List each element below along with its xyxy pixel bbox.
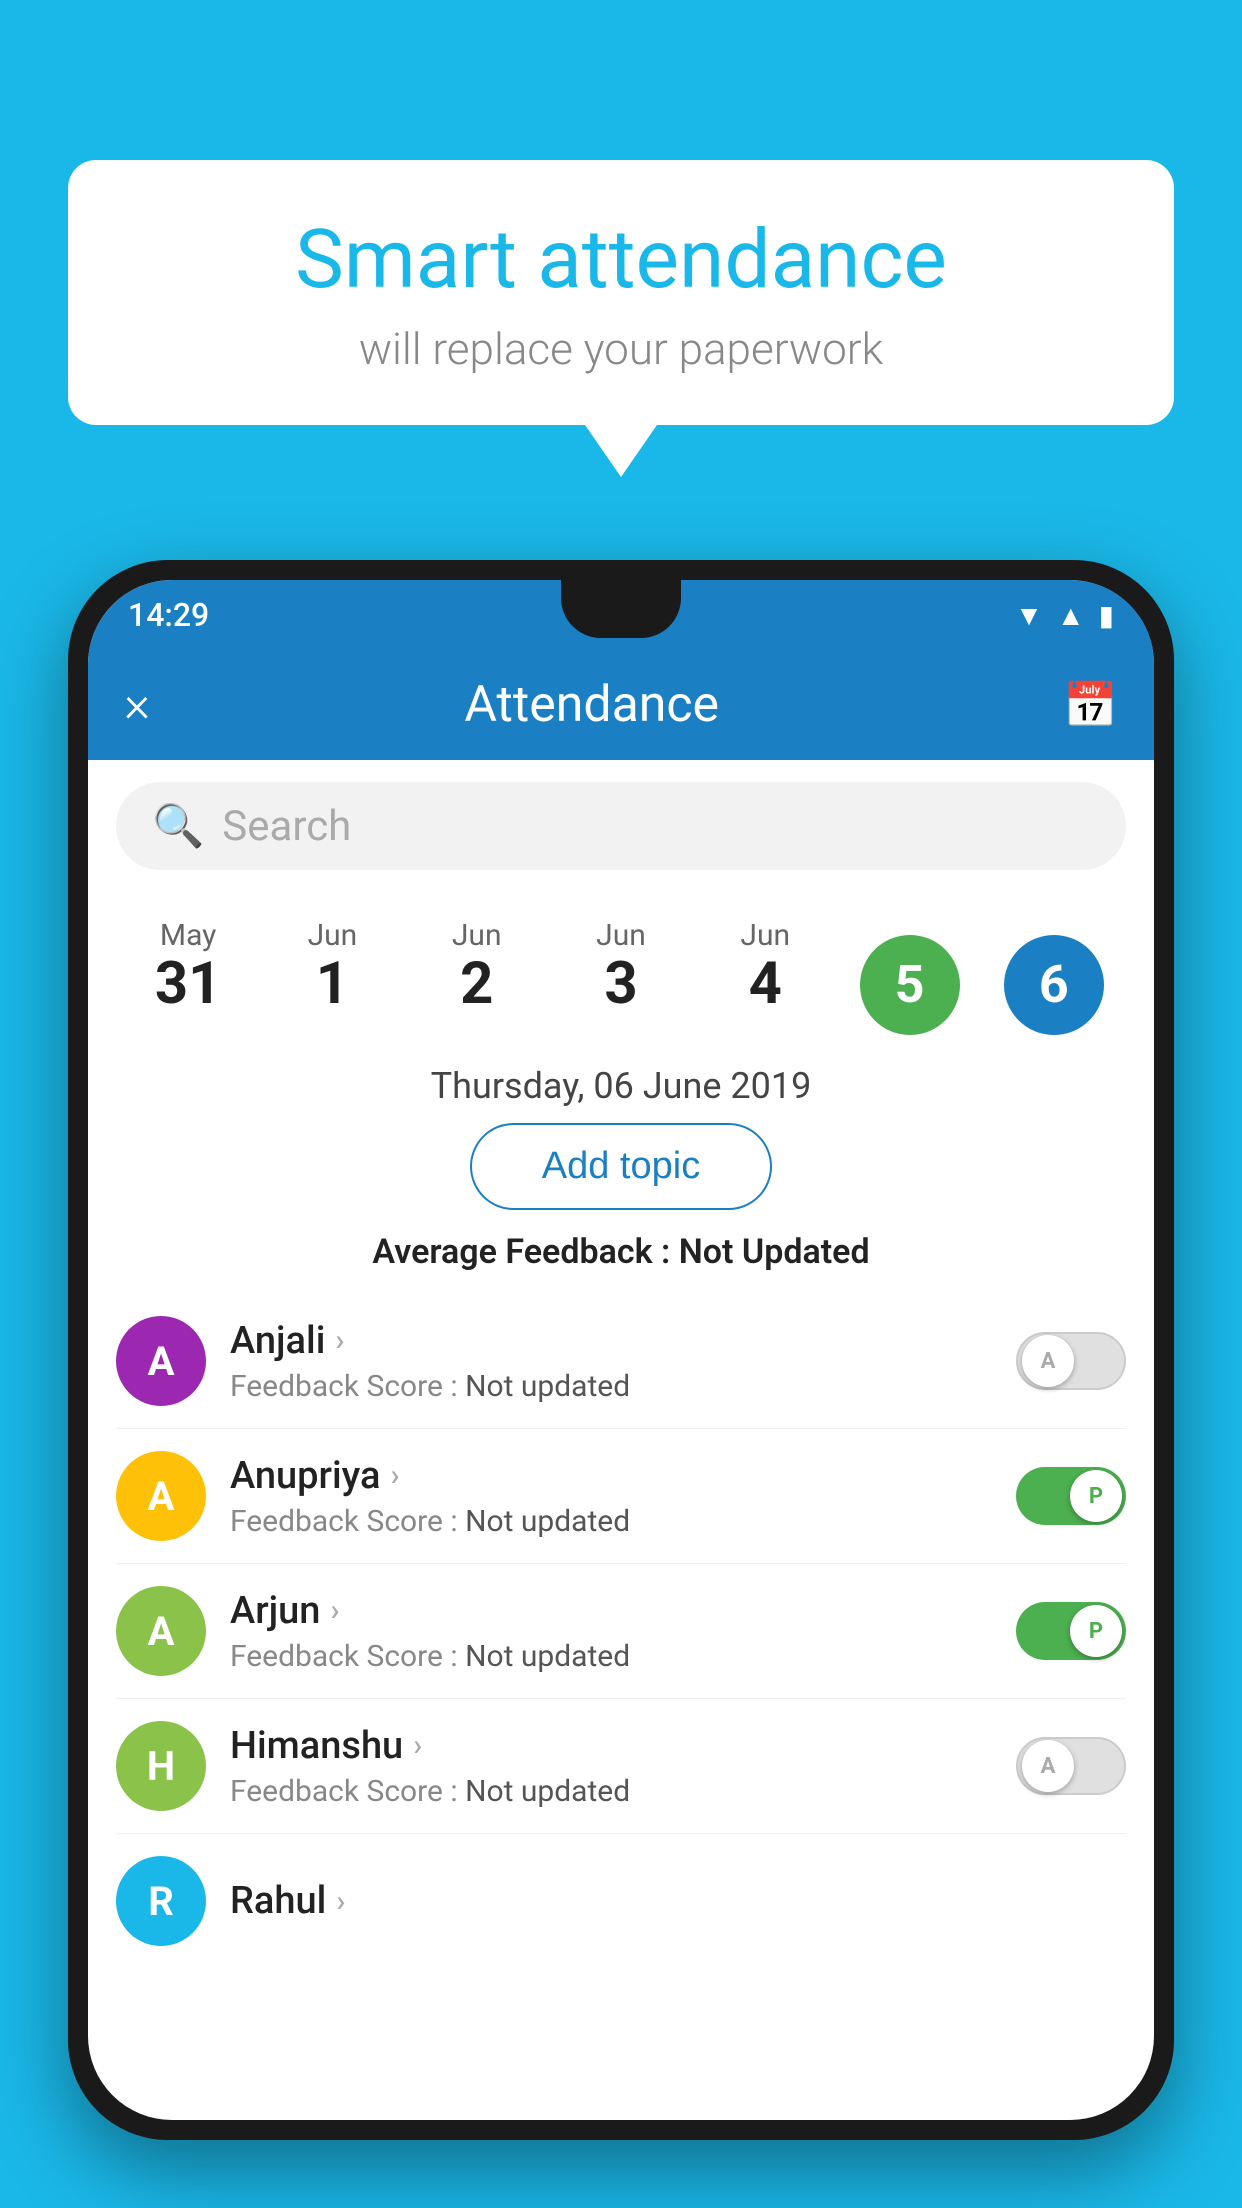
- avatar: R: [116, 1856, 206, 1946]
- avatar: H: [116, 1721, 206, 1811]
- student-name[interactable]: Arjun ›: [230, 1589, 992, 1633]
- search-bar[interactable]: 🔍 Search: [116, 782, 1126, 870]
- student-info: Anjali › Feedback Score : Not updated: [230, 1319, 992, 1404]
- student-list: A Anjali › Feedback Score : Not updated …: [88, 1294, 1154, 1834]
- student-name[interactable]: Anupriya ›: [230, 1454, 992, 1498]
- student-row: A Arjun › Feedback Score : Not updated P: [116, 1564, 1126, 1699]
- student-info: Anupriya › Feedback Score : Not updated: [230, 1454, 992, 1539]
- search-icon: 🔍: [152, 802, 204, 851]
- add-topic-button[interactable]: Add topic: [470, 1123, 772, 1210]
- student-info: Arjun › Feedback Score : Not updated: [230, 1589, 992, 1674]
- partial-student-row: R Rahul ›: [88, 1834, 1154, 1946]
- calendar-icon[interactable]: 📅: [1063, 679, 1118, 731]
- chevron-right-icon: ›: [390, 1458, 399, 1493]
- wifi-icon: ▼: [1015, 599, 1043, 632]
- student-info: Himanshu › Feedback Score : Not updated: [230, 1724, 992, 1809]
- student-feedback: Feedback Score : Not updated: [230, 1639, 992, 1674]
- student-row: H Himanshu › Feedback Score : Not update…: [116, 1699, 1126, 1834]
- attendance-toggle-anupriya[interactable]: P: [1016, 1467, 1126, 1525]
- partial-student-info: Rahul ›: [230, 1879, 1126, 1923]
- student-feedback: Feedback Score : Not updated: [230, 1774, 992, 1809]
- chevron-right-icon: ›: [335, 1323, 344, 1358]
- avg-feedback: Average Feedback : Not Updated: [88, 1232, 1154, 1272]
- date-cell-jun5-today[interactable]: Jun 5: [837, 892, 981, 1043]
- chevron-right-icon: ›: [330, 1593, 339, 1628]
- battery-icon: ▮: [1099, 599, 1114, 632]
- student-feedback: Feedback Score : Not updated: [230, 1369, 992, 1404]
- search-placeholder: Search: [222, 802, 351, 851]
- selected-date-label: Thursday, 06 June 2019: [88, 1065, 1154, 1107]
- status-bar: 14:29 ▼ ▲ ▮: [88, 580, 1154, 650]
- date-cell-may31[interactable]: May 31: [116, 910, 260, 1025]
- avg-feedback-prefix: Average Feedback :: [372, 1232, 678, 1272]
- student-row: A Anupriya › Feedback Score : Not update…: [116, 1429, 1126, 1564]
- avatar: A: [116, 1451, 206, 1541]
- student-row: A Anjali › Feedback Score : Not updated …: [116, 1294, 1126, 1429]
- student-name[interactable]: Rahul ›: [230, 1879, 1126, 1923]
- chevron-right-icon: ›: [336, 1884, 345, 1919]
- notch: [561, 580, 681, 638]
- student-name[interactable]: Himanshu ›: [230, 1724, 992, 1768]
- date-strip: May 31 Jun 1 Jun 2 Jun 3: [88, 892, 1154, 1043]
- student-feedback: Feedback Score : Not updated: [230, 1504, 992, 1539]
- student-name[interactable]: Anjali ›: [230, 1319, 992, 1363]
- app-bar: × Attendance 📅: [88, 650, 1154, 760]
- avatar: A: [116, 1586, 206, 1676]
- attendance-toggle-himanshu[interactable]: A: [1016, 1737, 1126, 1795]
- status-time: 14:29: [128, 596, 209, 634]
- bubble-subtitle: will replace your paperwork: [128, 323, 1114, 375]
- signal-icon: ▲: [1057, 599, 1085, 632]
- avg-feedback-value: Not Updated: [679, 1232, 870, 1272]
- date-cell-jun4[interactable]: Jun 4: [693, 910, 837, 1025]
- date-cell-jun2[interactable]: Jun 2: [405, 910, 549, 1025]
- bubble-title: Smart attendance: [128, 215, 1114, 305]
- attendance-toggle-arjun[interactable]: P: [1016, 1602, 1126, 1660]
- avatar: A: [116, 1316, 206, 1406]
- date-cell-jun1[interactable]: Jun 1: [260, 910, 404, 1025]
- app-title: Attendance: [120, 676, 1063, 734]
- speech-bubble: Smart attendance will replace your paper…: [68, 160, 1174, 425]
- date-cell-jun3[interactable]: Jun 3: [549, 910, 693, 1025]
- attendance-toggle-anjali[interactable]: A: [1016, 1332, 1126, 1390]
- phone-screen: 14:29 ▼ ▲ ▮ × Attendance 📅 🔍 Search May …: [88, 580, 1154, 2120]
- chevron-right-icon: ›: [413, 1728, 422, 1763]
- date-cell-jun6-selected[interactable]: Jun 6: [982, 892, 1126, 1043]
- phone-frame: 14:29 ▼ ▲ ▮ × Attendance 📅 🔍 Search May …: [68, 560, 1174, 2140]
- status-icons: ▼ ▲ ▮: [1015, 599, 1114, 632]
